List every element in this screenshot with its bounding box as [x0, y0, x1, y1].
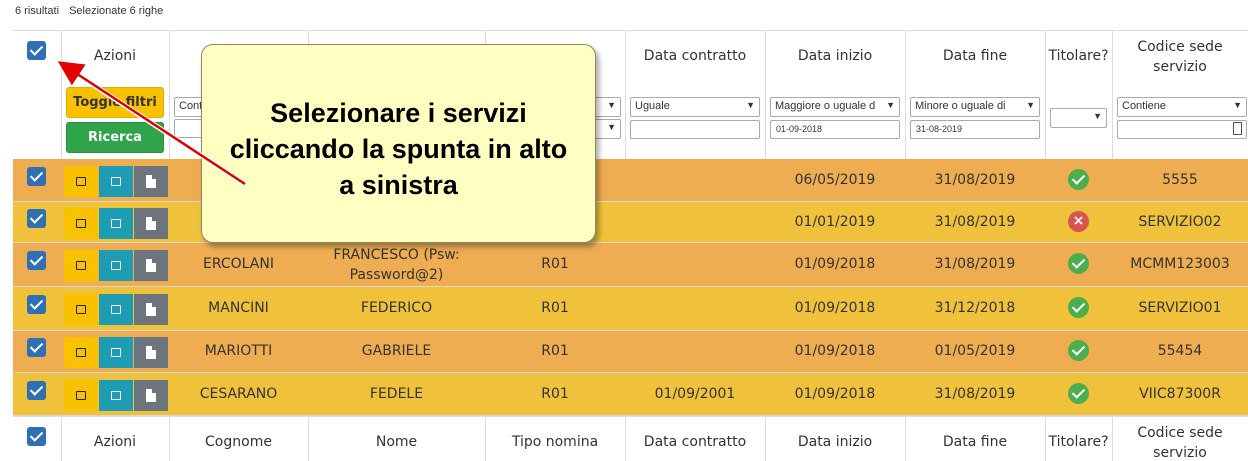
callout-arrow [56, 59, 247, 187]
arrow-icon [57, 61, 246, 186]
